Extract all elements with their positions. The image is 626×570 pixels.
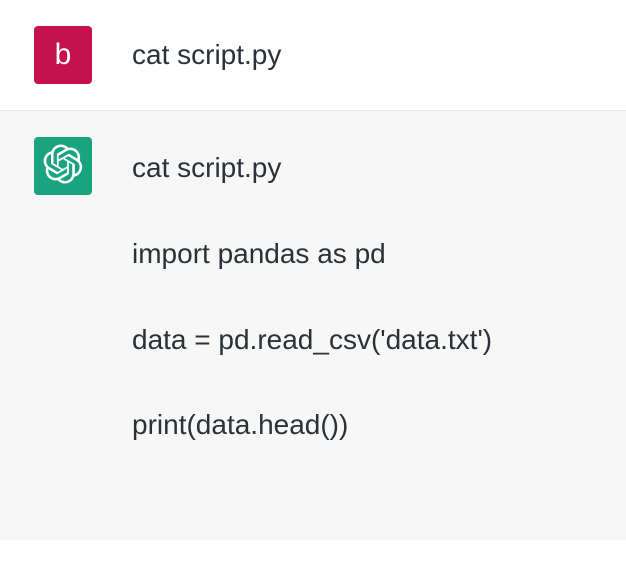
user-message-content: cat script.py (132, 26, 592, 74)
openai-logo-icon (43, 144, 83, 189)
assistant-message-content: cat script.py import pandas as pd data =… (132, 137, 592, 444)
user-avatar-letter: b (55, 40, 72, 70)
assistant-para-3: print(data.head()) (132, 406, 592, 444)
assistant-para-1: import pandas as pd (132, 235, 592, 273)
assistant-para-0: cat script.py (132, 149, 592, 187)
assistant-para-2: data = pd.read_csv('data.txt') (132, 321, 592, 359)
user-message: b cat script.py (0, 0, 626, 110)
user-message-text: cat script.py (132, 36, 592, 74)
user-avatar: b (34, 26, 92, 84)
assistant-message: cat script.py import pandas as pd data =… (0, 110, 626, 540)
assistant-avatar (34, 137, 92, 195)
